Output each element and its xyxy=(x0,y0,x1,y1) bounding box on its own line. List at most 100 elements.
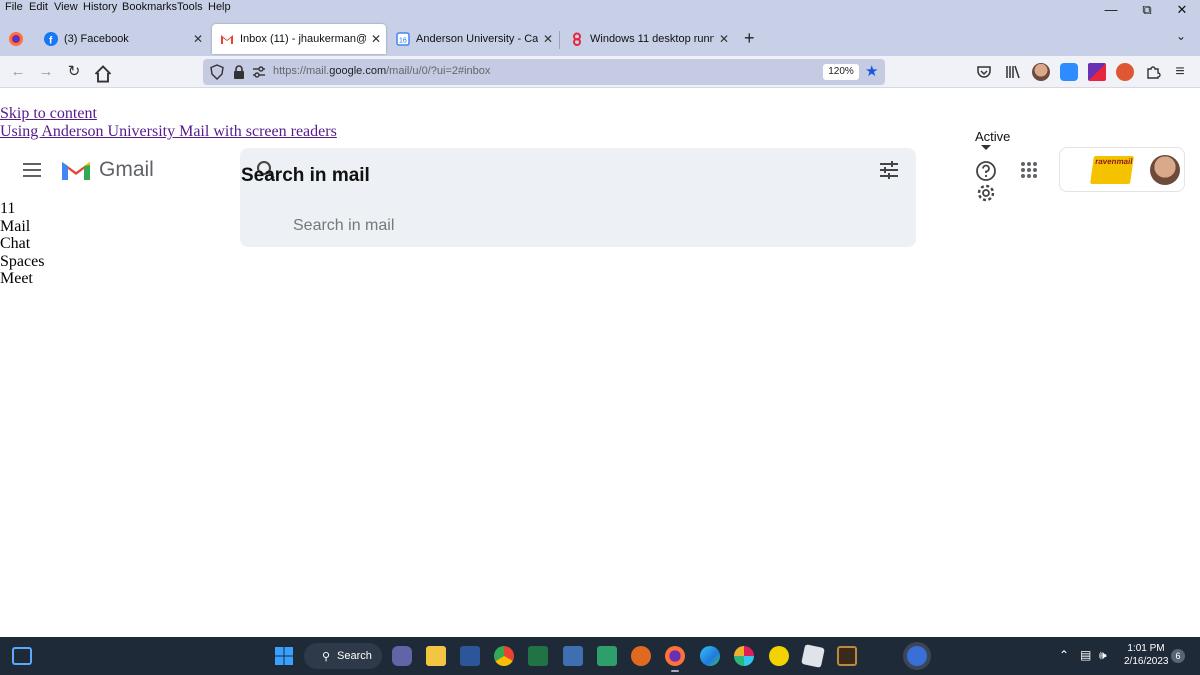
tab-calendar[interactable]: 16 Anderson University - Calendar ✕ xyxy=(388,24,558,54)
widgets-icon[interactable] xyxy=(12,647,32,665)
firefox-view-icon[interactable] xyxy=(8,31,24,47)
url-domain: google.com xyxy=(329,65,387,77)
roblox-icon[interactable] xyxy=(801,644,825,668)
menu-tools[interactable]: Tools xyxy=(177,1,203,13)
forward-icon[interactable]: → xyxy=(36,62,56,82)
screen-reader-link[interactable]: Using Anderson University Mail with scre… xyxy=(0,123,337,141)
system-clock[interactable]: 1:01 PM 2/16/2023 xyxy=(1124,642,1169,668)
google-apps-icon[interactable] xyxy=(1019,160,1039,180)
app-icon[interactable] xyxy=(563,646,583,666)
excel-icon[interactable] xyxy=(528,646,548,666)
gmail-wordmark: Gmail xyxy=(99,158,154,181)
app-icon[interactable] xyxy=(769,646,789,666)
nav-mail[interactable]: Mail xyxy=(0,218,30,236)
navigation-bar: ← → ↻ https://mail.google.com/mail/u/0/?… xyxy=(0,56,1200,88)
list-tabs-icon[interactable]: ⌄ xyxy=(1176,29,1186,43)
back-icon[interactable]: ← xyxy=(8,62,28,82)
menu-help[interactable]: Help xyxy=(208,1,231,13)
taskbar-search-icon: ⚲ xyxy=(322,651,331,663)
google-calendar-icon: 16 xyxy=(396,32,410,46)
settings-gear-icon[interactable] xyxy=(975,182,997,204)
app-icon[interactable] xyxy=(907,646,927,666)
account-avatar[interactable] xyxy=(1150,155,1180,185)
menu-hamburger-icon[interactable]: ≡ xyxy=(1170,62,1190,82)
help-icon[interactable] xyxy=(975,160,997,182)
tab-facebook[interactable]: f (3) Facebook ✕ xyxy=(36,24,208,54)
menu-bookmarks[interactable]: Bookmarks xyxy=(122,1,177,13)
search-input[interactable]: Search in mail xyxy=(293,217,394,235)
url-text[interactable]: https://mail.google.com/mail/u/0/?ui=2#i… xyxy=(273,65,490,77)
volume-icon[interactable]: 🕪 xyxy=(1099,648,1107,663)
menu-edit[interactable]: Edit xyxy=(29,1,48,13)
nav-chat[interactable]: Chat xyxy=(0,235,30,253)
account-switcher[interactable]: ravenmail xyxy=(1059,147,1185,192)
url-prefix: https://mail. xyxy=(273,65,330,77)
chrome-icon[interactable] xyxy=(494,646,514,666)
menu-view[interactable]: View xyxy=(54,1,78,13)
taskbar-search-label: Search xyxy=(337,650,372,662)
gmail-logo-icon[interactable] xyxy=(60,158,92,182)
close-tab-icon[interactable]: ✕ xyxy=(366,32,386,46)
tab-title: Windows 11 desktop running sl xyxy=(590,33,714,45)
gmail-icon xyxy=(221,35,233,44)
minecraft-icon[interactable] xyxy=(837,646,857,666)
close-tab-icon[interactable]: ✕ xyxy=(714,32,734,46)
unread-count: 11 xyxy=(0,200,16,217)
address-bar[interactable]: https://mail.google.com/mail/u/0/?ui=2#i… xyxy=(203,59,885,85)
bookmark-star-icon[interactable]: ★ xyxy=(865,62,878,80)
facebook-icon: f xyxy=(44,32,58,46)
zoom-extension-icon[interactable] xyxy=(1060,63,1078,81)
tab-inbox[interactable]: Inbox (11) - jhaukerman@ande ✕ xyxy=(212,24,386,54)
teams-icon[interactable] xyxy=(392,646,412,666)
running-indicator xyxy=(671,670,679,672)
search-heading: Search in mail xyxy=(241,165,370,186)
shield-icon[interactable] xyxy=(209,64,225,80)
skip-to-content-link[interactable]: Skip to content xyxy=(0,105,97,123)
windows-start-icon[interactable] xyxy=(274,646,294,666)
search-options-icon[interactable] xyxy=(878,160,900,180)
pocket-icon[interactable] xyxy=(975,63,993,81)
svg-text:16: 16 xyxy=(399,38,407,45)
extension-icon[interactable] xyxy=(1088,63,1106,81)
notification-badge[interactable]: 6 xyxy=(1171,649,1185,663)
close-tab-icon[interactable]: ✕ xyxy=(188,32,208,46)
menu-history[interactable]: History xyxy=(83,1,117,13)
app-icon[interactable] xyxy=(631,646,651,666)
taskbar-search[interactable]: ⚲ Search xyxy=(304,643,382,669)
file-explorer-icon[interactable] xyxy=(426,646,446,666)
word-icon[interactable] xyxy=(460,646,480,666)
duckduckgo-icon[interactable] xyxy=(1116,63,1134,81)
org-logo: ravenmail xyxy=(1090,156,1134,184)
status-active[interactable]: Active xyxy=(975,129,1010,144)
permissions-icon[interactable] xyxy=(251,64,267,80)
tab-title: (3) Facebook xyxy=(64,33,129,45)
org-logo-text: ravenmail xyxy=(1094,157,1134,166)
library-icon[interactable] xyxy=(1004,63,1022,81)
reload-icon[interactable]: ↻ xyxy=(64,62,84,82)
tree-app-icon[interactable] xyxy=(597,646,617,666)
edge-icon[interactable] xyxy=(700,646,720,666)
tab-title: Inbox (11) - jhaukerman@ande xyxy=(240,33,366,45)
nav-meet[interactable]: Meet xyxy=(0,270,33,288)
slack-icon[interactable] xyxy=(734,646,754,666)
status-dropdown-icon[interactable] xyxy=(981,145,991,150)
clock-time: 1:01 PM xyxy=(1127,643,1165,654)
network-icon[interactable]: ▤ xyxy=(1080,648,1091,662)
profile-avatar-icon[interactable] xyxy=(1032,63,1050,81)
clock-date: 2/16/2023 xyxy=(1124,656,1169,667)
firefox-taskbar-icon[interactable] xyxy=(665,646,685,666)
zoom-level[interactable]: 120% xyxy=(823,64,859,80)
menu-file[interactable]: File xyxy=(5,1,23,13)
nav-spaces[interactable]: Spaces xyxy=(0,253,44,271)
main-menu-icon[interactable] xyxy=(22,162,42,178)
tab-favicon-icon xyxy=(573,32,581,46)
taskbar: ⚲ Search ⌃ ▤ 🕪 1:01 PM 2/16/2023 6 xyxy=(0,637,1200,675)
extensions-puzzle-icon[interactable] xyxy=(1144,63,1162,81)
new-tab-icon[interactable]: + xyxy=(744,28,755,49)
show-hidden-icons-icon[interactable]: ⌃ xyxy=(1059,648,1069,662)
close-tab-icon[interactable]: ✕ xyxy=(538,32,558,46)
tab-separator xyxy=(559,31,560,49)
lock-icon[interactable] xyxy=(231,64,247,80)
home-icon[interactable] xyxy=(93,64,113,84)
tab-windows11[interactable]: Windows 11 desktop running sl ✕ xyxy=(562,24,734,54)
